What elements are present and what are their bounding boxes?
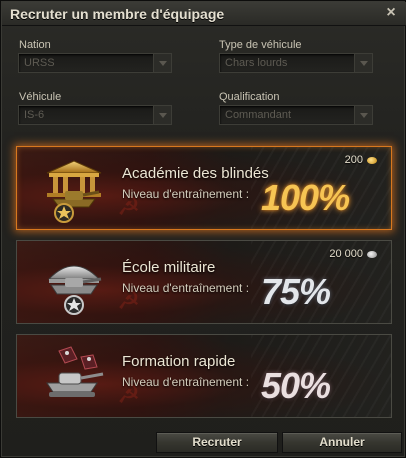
nation-value: URSS xyxy=(24,57,55,69)
option-tank-academy[interactable]: ☭ Académie des blindés Niveau d'entraîne… xyxy=(16,146,392,230)
option-name: Académie des blindés xyxy=(122,165,269,182)
dialog-title: Recruter un membre d'équipage xyxy=(10,6,225,22)
vehicle-label: Véhicule xyxy=(19,91,62,103)
option-name: Formation rapide xyxy=(122,353,236,370)
nation-label: Nation xyxy=(19,39,51,51)
gold-coin-icon xyxy=(367,156,377,164)
qualification-value: Commandant xyxy=(225,109,292,121)
vehicle-type-select[interactable]: Chars lourds xyxy=(219,53,373,73)
cost-value: 200 xyxy=(344,154,363,166)
training-level-label: Niveau d'entraînement : xyxy=(122,375,250,389)
option-military-school[interactable]: ☭ École militaire Niveau d'entraînement … xyxy=(16,240,392,324)
training-percent: 100% xyxy=(261,177,350,218)
chevron-down-icon xyxy=(354,106,372,124)
academy-building-icon xyxy=(46,160,102,223)
cost-silver: 20 000 xyxy=(329,248,377,260)
training-percent: 75% xyxy=(261,271,331,312)
training-level-label: Niveau d'entraînement : xyxy=(122,187,250,201)
nation-select[interactable]: URSS xyxy=(18,53,172,73)
quick-training-icon xyxy=(46,346,104,397)
silver-coin-icon xyxy=(367,250,377,258)
recruit-dialog: Recruter un membre d'équipage × Nation U… xyxy=(0,0,406,458)
cost-value: 20 000 xyxy=(329,248,363,260)
close-icon[interactable]: × xyxy=(382,4,400,22)
cancel-button[interactable]: Annuler xyxy=(282,432,402,453)
training-percent: 50% xyxy=(261,365,331,406)
option-name: École militaire xyxy=(122,259,216,276)
vehicle-type-value: Chars lourds xyxy=(225,57,288,69)
recruit-button[interactable]: Recruter xyxy=(156,432,278,453)
chevron-down-icon xyxy=(354,54,372,72)
chevron-down-icon xyxy=(153,54,171,72)
title-bar: Recruter un membre d'équipage × xyxy=(2,2,406,26)
training-level-label: Niveau d'entraînement : xyxy=(122,281,250,295)
qualification-label: Qualification xyxy=(219,91,280,103)
vehicle-value: IS-6 xyxy=(24,109,45,121)
qualification-select[interactable]: Commandant xyxy=(219,105,373,125)
chevron-down-icon xyxy=(153,106,171,124)
military-school-icon xyxy=(47,265,102,315)
cost-gold: 200 xyxy=(345,154,377,166)
option-quick-training[interactable]: ☭ Formation rapide Niveau d'entraînement… xyxy=(16,334,392,418)
vehicle-type-label: Type de véhicule xyxy=(219,39,302,51)
vehicle-select[interactable]: IS-6 xyxy=(18,105,172,125)
